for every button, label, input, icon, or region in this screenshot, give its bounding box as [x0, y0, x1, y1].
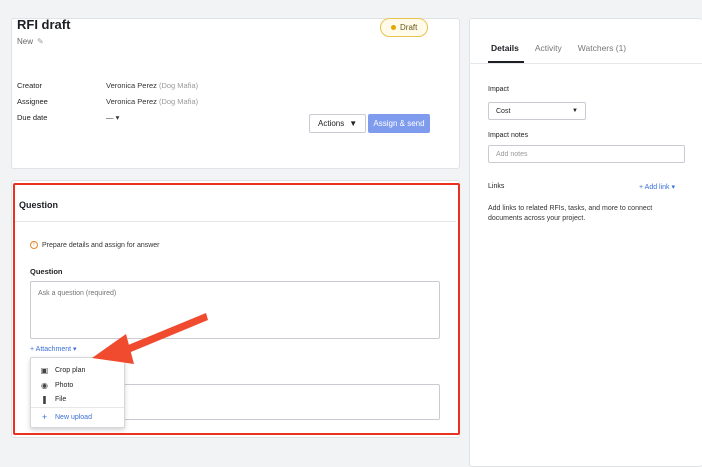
- divider: [469, 63, 702, 64]
- tab-watchers[interactable]: Watchers (1): [578, 43, 626, 53]
- impact-label: Impact: [488, 86, 510, 93]
- caret-down-icon: ▼: [572, 108, 578, 114]
- tab-details[interactable]: Details: [491, 43, 519, 53]
- impact-select[interactable]: Cost ▼: [488, 102, 586, 120]
- impact-notes-label: Impact notes: [488, 132, 529, 139]
- impact-select-value: Cost: [496, 107, 511, 115]
- links-help-text: Add links to related RFIs, tasks, and mo…: [488, 205, 653, 222]
- links-label: Links: [488, 183, 505, 190]
- add-link-button[interactable]: + Add link ▾: [639, 183, 675, 191]
- impact-notes-input[interactable]: [488, 145, 685, 163]
- arrow-head: [92, 334, 134, 364]
- details-tabs: Details Activity Watchers (1): [491, 43, 626, 53]
- tab-activity[interactable]: Activity: [535, 43, 562, 53]
